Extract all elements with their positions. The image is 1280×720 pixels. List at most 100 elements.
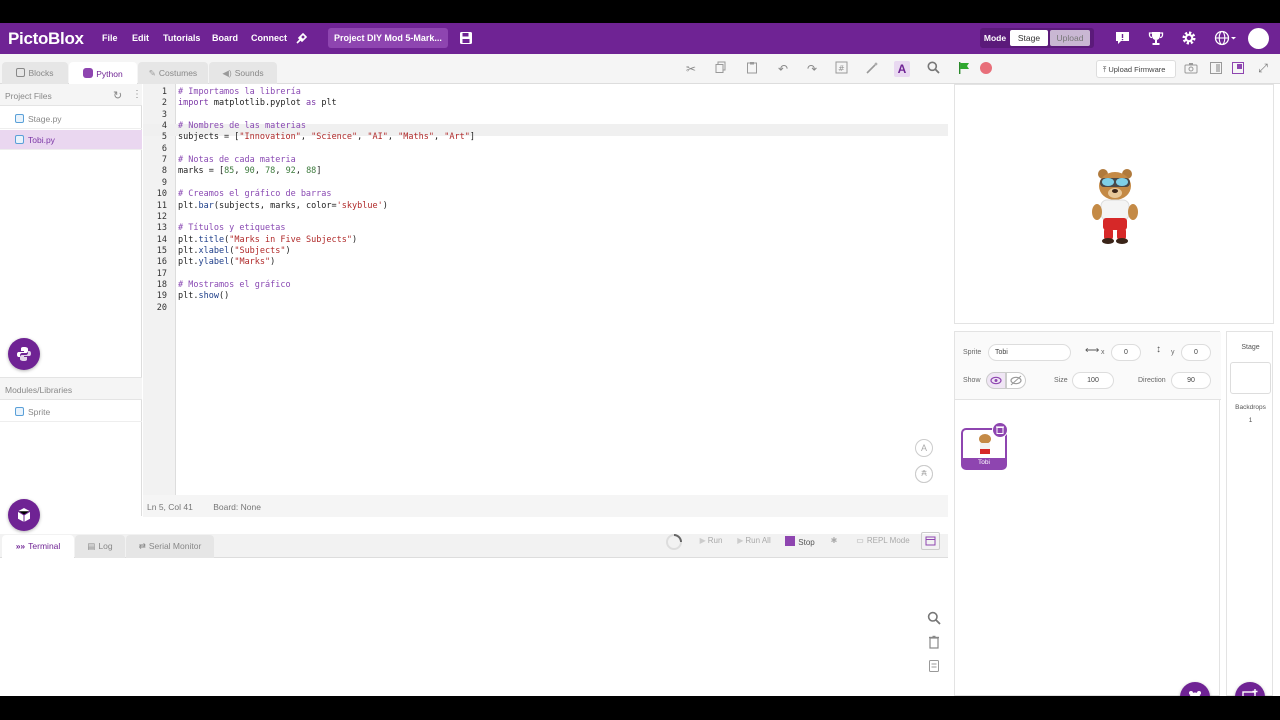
copy-output-icon[interactable] — [928, 659, 940, 673]
tab-terminal[interactable]: »» Terminal — [2, 535, 74, 558]
format-equals-icon[interactable]: = — [915, 465, 933, 483]
line-number: 4 — [161, 121, 167, 132]
magic-wand-icon[interactable] — [864, 61, 880, 77]
line-number: 17 — [156, 268, 167, 279]
repl-icon: ▭ — [856, 536, 864, 545]
mode-stage-button[interactable]: Stage — [1010, 30, 1048, 46]
tab-blocks[interactable]: Blocks — [2, 62, 68, 84]
hide-eye-icon[interactable] — [1006, 372, 1026, 389]
x-arrows-icon: ⟷ — [1085, 345, 1100, 356]
menu-tutorials[interactable]: Tutorials — [163, 33, 200, 43]
line-number: 8 — [161, 166, 167, 177]
line-number: 14 — [156, 234, 167, 245]
language-globe-icon[interactable] — [1214, 30, 1238, 46]
menu-file[interactable]: File — [102, 33, 118, 43]
refresh-icon[interactable]: ↻ — [113, 89, 122, 102]
file-item-stage[interactable]: Stage.py — [0, 109, 142, 129]
file-item-tobi[interactable]: Tobi.py — [0, 130, 142, 150]
upload-arrow-icon: ⤒ — [1103, 65, 1107, 74]
large-stage-icon[interactable] — [1232, 62, 1244, 74]
python-logo-icon — [17, 347, 31, 361]
font-increase-icon[interactable]: A — [915, 439, 933, 457]
comment-code-icon[interactable]: # — [833, 61, 849, 77]
add-backdrop-icon — [1242, 689, 1258, 696]
paste-icon[interactable] — [744, 61, 760, 77]
stage-canvas[interactable] — [954, 84, 1274, 324]
menu-connect[interactable]: Connect — [251, 33, 287, 43]
y-input[interactable]: 0 — [1181, 344, 1211, 361]
menu-edit[interactable]: Edit — [132, 33, 149, 43]
user-avatar[interactable] — [1248, 28, 1269, 49]
sprite-label: Sprite — [963, 349, 982, 356]
feedback-icon[interactable] — [1115, 31, 1130, 45]
camera-icon[interactable] — [1184, 62, 1198, 74]
project-files-panel: Project Files ↻ ⋮ Stage.py Tobi.py Modul… — [0, 84, 142, 531]
tab-log-label: Log — [98, 541, 113, 551]
sprite-name-input[interactable]: Tobi — [988, 344, 1071, 361]
sprite-properties: Sprite Tobi ⟷ x 0 ↕ y 0 Show Size 100 Di… — [955, 332, 1221, 400]
menu-board[interactable]: Board — [212, 33, 238, 43]
fullscreen-icon[interactable]: ⤢ — [1256, 61, 1270, 75]
size-label: Size — [1054, 377, 1068, 384]
repl-mode-button[interactable]: ▭ REPL Mode — [851, 532, 915, 550]
run-button[interactable]: ▶ Run — [694, 532, 728, 550]
board-status: Board: None — [213, 502, 261, 512]
python-packages-button[interactable] — [8, 338, 40, 370]
line-number: 2 — [161, 98, 167, 109]
play-all-icon: ▶ — [737, 536, 744, 545]
tab-blocks-label: Blocks — [28, 68, 54, 78]
undo-icon[interactable]: ↶ — [775, 61, 791, 77]
show-visible-eye-icon[interactable] — [986, 372, 1006, 389]
upload-firmware-button[interactable]: ⤒ Upload Firmware — [1096, 60, 1176, 78]
save-icon[interactable] — [459, 31, 473, 45]
more-options-icon[interactable]: ⋮ — [132, 89, 142, 100]
tab-log[interactable]: ▤ Log — [75, 535, 125, 558]
add-sprite-button[interactable] — [1180, 682, 1210, 696]
code-line: # Creamos el gráfico de barras — [178, 189, 332, 200]
connect-plug-icon[interactable] — [294, 30, 310, 46]
trophy-icon[interactable] — [1148, 30, 1164, 46]
add-backdrop-button[interactable] — [1235, 682, 1265, 696]
tobi-thumb-icon — [979, 434, 991, 454]
small-stage-icon[interactable] — [1210, 62, 1222, 74]
terminal-output[interactable] — [0, 558, 948, 696]
svg-text:#: # — [838, 64, 845, 73]
copy-icon[interactable] — [713, 61, 729, 77]
redo-icon[interactable]: ↷ — [804, 61, 820, 77]
mode-upload-button[interactable]: Upload — [1050, 30, 1090, 46]
code-editor[interactable]: 1 # Importamos la librería 2 import matplot… — [143, 84, 948, 495]
terminal-search-icon[interactable] — [927, 611, 941, 625]
project-name-field[interactable]: Project DIY Mod 5-Mark... — [328, 28, 448, 48]
app-logo[interactable]: PictoBlox — [8, 29, 84, 49]
line-number: 10 — [156, 189, 167, 200]
debug-bug-icon[interactable]: ✱ — [826, 532, 842, 550]
code-line: plt.bar(subjects, marks, color='skyblue'… — [178, 200, 388, 211]
size-input[interactable]: 100 — [1072, 372, 1114, 389]
tab-serial-monitor[interactable]: ⇄ Serial Monitor — [126, 535, 214, 558]
line-number: 7 — [161, 155, 167, 166]
brush-icon: ✎ — [148, 68, 156, 78]
font-size-icon[interactable]: A — [894, 61, 910, 77]
tab-sounds[interactable]: ◀) Sounds — [209, 62, 277, 84]
speaker-icon: ◀) — [222, 68, 232, 78]
search-icon[interactable] — [925, 61, 941, 77]
clear-trash-icon[interactable] — [928, 635, 940, 649]
cut-icon[interactable]: ✂ — [683, 61, 699, 77]
run-all-button[interactable]: ▶ Run All — [732, 532, 776, 550]
x-input[interactable]: 0 — [1111, 344, 1141, 361]
add-extension-button[interactable] — [8, 499, 40, 531]
tab-costumes[interactable]: ✎ Costumes — [138, 62, 208, 84]
run-label: Run — [707, 536, 723, 545]
tab-python[interactable]: Python — [69, 62, 137, 84]
stage-thumbnail[interactable] — [1230, 362, 1271, 394]
tobi-sprite[interactable] — [1089, 168, 1141, 244]
direction-input[interactable]: 90 — [1171, 372, 1211, 389]
settings-gear-icon[interactable] — [1181, 30, 1197, 46]
delete-sprite-icon[interactable] — [992, 422, 1008, 438]
run-all-label: Run All — [745, 536, 771, 545]
toggle-layout-icon[interactable] — [921, 532, 940, 550]
code-line: # Títulos y etiquetas — [178, 223, 286, 234]
backdrops-count: 1 — [1248, 417, 1253, 424]
stop-button[interactable]: Stop — [782, 532, 818, 550]
module-item-sprite[interactable]: Sprite — [0, 402, 142, 422]
